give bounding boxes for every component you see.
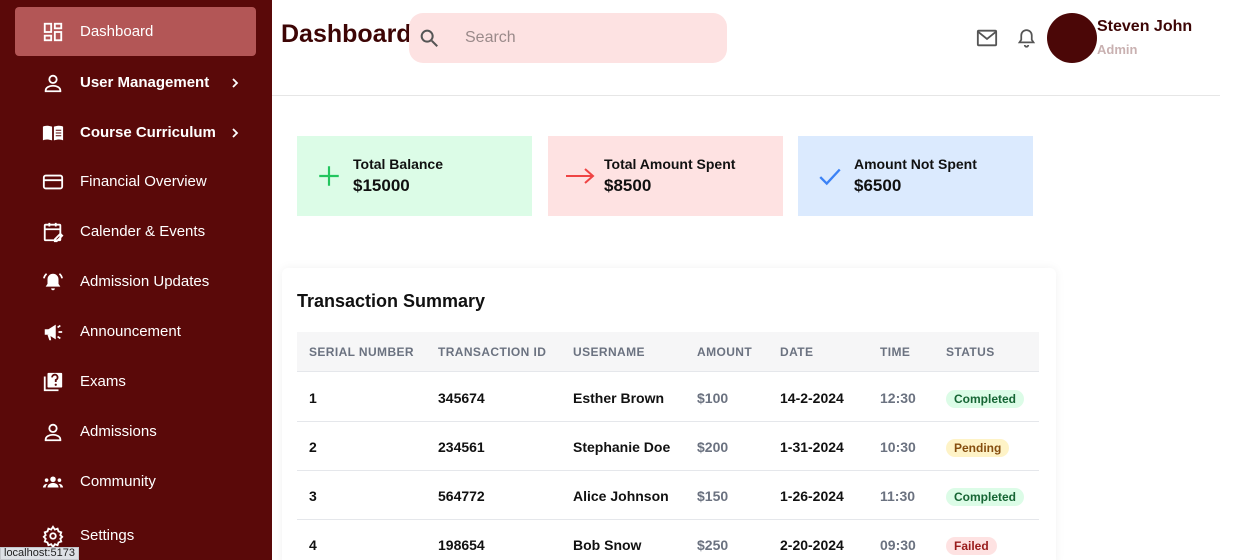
sidebar-item-community[interactable]: Community [15, 457, 256, 506]
chevron-right-icon [230, 127, 240, 138]
cell-username: Stephanie Doe [573, 439, 671, 455]
sidebar-item-label: Dashboard [80, 23, 154, 40]
cell-username: Alice Johnson [573, 488, 669, 504]
cell-transaction-id: 564772 [438, 488, 485, 504]
cell-username: Bob Snow [573, 537, 642, 553]
check-icon [819, 168, 841, 186]
user-icon [42, 72, 64, 94]
cell-date: 14-2-2024 [780, 390, 844, 406]
status-badge: Failed [946, 537, 997, 555]
dashboard-icon [42, 21, 64, 43]
table-row[interactable]: 2 234561 Stephanie Doe $200 1-31-2024 10… [297, 422, 1039, 471]
sidebar-item-financial-overview[interactable]: Financial Overview [15, 157, 256, 206]
cell-time: 11:30 [880, 488, 916, 504]
cell-transaction-id: 345674 [438, 390, 485, 406]
sidebar-item-label: Exams [80, 373, 126, 390]
search-icon[interactable] [418, 27, 440, 49]
bell-icon[interactable] [1016, 27, 1037, 49]
card-total-balance: Total Balance $15000 [297, 136, 532, 216]
cell-date: 1-26-2024 [780, 488, 844, 504]
cell-amount: $200 [697, 439, 729, 455]
quiz-icon [42, 371, 64, 393]
cell-serial: 1 [309, 390, 317, 406]
person-icon [42, 421, 64, 443]
user-role: Admin [1097, 42, 1138, 57]
gear-icon [42, 524, 64, 547]
avatar[interactable] [1047, 13, 1097, 63]
credit-card-icon [42, 171, 64, 193]
cell-time: 12:30 [880, 390, 916, 406]
sidebar-item-admission-updates[interactable]: Admission Updates [15, 257, 256, 306]
column-header: STATUS [946, 345, 995, 359]
cell-amount: $150 [697, 488, 729, 504]
cell-serial: 3 [309, 488, 317, 504]
column-header: AMOUNT [697, 345, 753, 359]
chevron-right-icon [230, 77, 240, 88]
card-total-amount-spent: Total Amount Spent $8500 [548, 136, 783, 216]
user-name: Steven John [1097, 18, 1193, 35]
status-badge: Pending [946, 439, 1010, 457]
header-divider [272, 95, 1220, 96]
cell-date: 1-31-2024 [780, 439, 844, 455]
sidebar-item-announcement[interactable]: Announcement [15, 307, 256, 356]
card-label: Amount Not Spent [854, 156, 977, 172]
cell-serial: 2 [309, 439, 317, 455]
table-header: SERIAL NUMBER TRANSACTION ID USERNAME AM… [297, 332, 1039, 372]
card-value: $8500 [604, 176, 652, 195]
card-label: Total Balance [353, 156, 443, 172]
book-icon [42, 122, 64, 144]
page-title: Dashboard [281, 20, 412, 48]
mail-icon[interactable] [976, 27, 998, 49]
sidebar: Dashboard User Management Course Curricu… [0, 0, 272, 560]
column-header: TRANSACTION ID [438, 345, 547, 359]
sidebar-item-label: Admission Updates [80, 273, 210, 290]
cell-transaction-id: 234561 [438, 439, 485, 455]
transaction-summary-title: Transaction Summary [297, 291, 486, 311]
sidebar-item-label: Calender & Events [80, 223, 206, 240]
alarm-bell-icon [42, 271, 64, 293]
sidebar-item-label: Announcement [80, 323, 181, 340]
status-badge: Completed [946, 488, 1025, 506]
cell-transaction-id: 198654 [438, 537, 485, 553]
card-label: Total Amount Spent [604, 156, 736, 172]
column-header: DATE [780, 345, 814, 359]
status-bar-url: localhost:5173 [0, 547, 79, 560]
sidebar-item-course-curriculum[interactable]: Course Curriculum [15, 108, 256, 157]
column-header: SERIAL NUMBER [309, 345, 414, 359]
table-row[interactable]: 1 345674 Esther Brown $100 14-2-2024 12:… [297, 373, 1039, 422]
calendar-icon [42, 221, 64, 243]
column-header: TIME [880, 345, 911, 359]
sidebar-item-label: Course Curriculum [80, 124, 216, 141]
cell-amount: $250 [697, 537, 729, 553]
cell-serial: 4 [309, 537, 317, 553]
sidebar-item-exams[interactable]: Exams [15, 357, 256, 406]
sidebar-item-admissions[interactable]: Admissions [15, 407, 256, 456]
table-row[interactable]: 3 564772 Alice Johnson $150 1-26-2024 11… [297, 471, 1039, 520]
cell-time: 09:30 [880, 537, 916, 553]
arrow-right-icon [566, 168, 595, 184]
sidebar-item-user-management[interactable]: User Management [15, 58, 256, 107]
sidebar-item-label: Financial Overview [80, 173, 207, 190]
sidebar-item-label: Settings [80, 527, 135, 544]
sidebar-item-label: User Management [80, 74, 210, 91]
cell-amount: $100 [697, 390, 729, 406]
column-header: USERNAME [573, 345, 645, 359]
card-value: $15000 [353, 176, 410, 195]
search-input[interactable] [465, 29, 705, 47]
status-badge: Completed [946, 390, 1025, 408]
sidebar-item-dashboard[interactable]: Dashboard [15, 7, 256, 56]
cell-date: 2-20-2024 [780, 537, 844, 553]
plus-icon [319, 166, 339, 186]
sidebar-item-label: Admissions [80, 423, 157, 440]
group-icon [42, 471, 64, 493]
sidebar-item-label: Community [80, 473, 156, 490]
cell-username: Esther Brown [573, 390, 665, 406]
table-row[interactable]: 4 198654 Bob Snow $250 2-20-2024 09:30 F… [297, 520, 1039, 560]
card-value: $6500 [854, 176, 902, 195]
sidebar-item-calender-events[interactable]: Calender & Events [15, 207, 256, 256]
search-box [409, 13, 727, 63]
cell-time: 10:30 [880, 439, 916, 455]
card-amount-not-spent: Amount Not Spent $6500 [798, 136, 1033, 216]
megaphone-icon [42, 321, 64, 343]
